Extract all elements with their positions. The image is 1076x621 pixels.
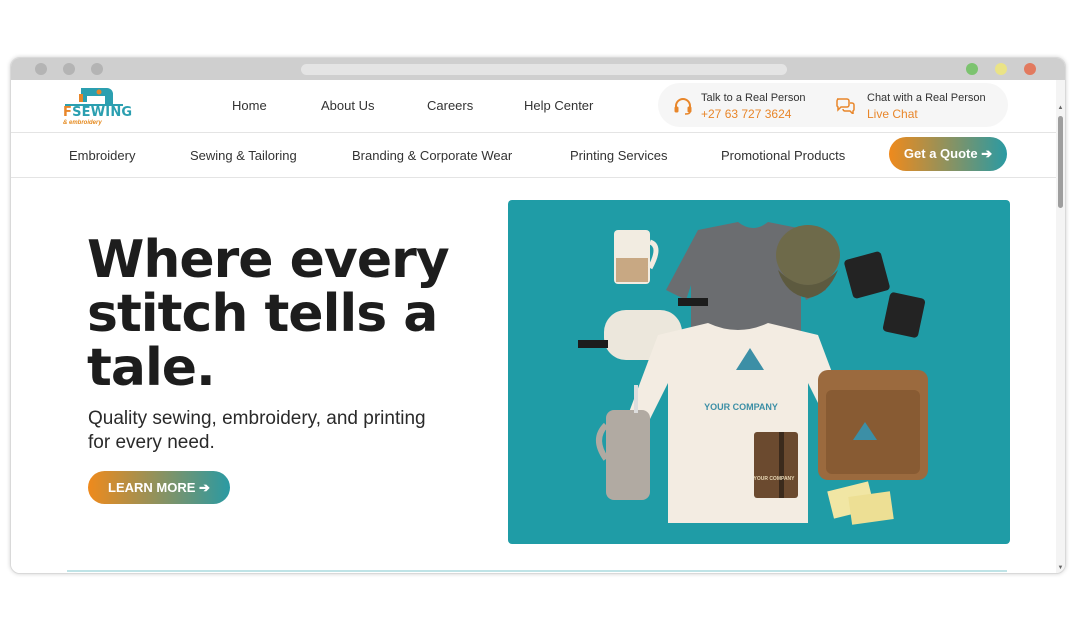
nav-help-center[interactable]: Help Center (524, 98, 593, 113)
shirt-brand-text: YOUR COMPANY (704, 402, 778, 412)
hero-subtitle: Quality sewing, embroidery, and printing… (88, 408, 426, 453)
subnav-promotional-products[interactable]: Promotional Products (721, 148, 845, 163)
learn-more-button[interactable]: LEARN MORE ➔ (88, 471, 230, 504)
contact-bar: Talk to a Real Person +27 63 727 3624 Ch… (658, 83, 1008, 127)
window-dot-1[interactable] (35, 63, 47, 75)
hero-title: Where every stitch tells a tale. (87, 230, 450, 398)
subnav-branding-corporate-wear[interactable]: Branding & Corporate Wear (352, 148, 512, 163)
window-dot-3[interactable] (91, 63, 103, 75)
logo-prefix: F (63, 105, 73, 120)
hero-product-image: YOUR COMPANY YOUR COMPANY (508, 200, 1010, 544)
vertical-scrollbar[interactable]: ▲ ▼ (1056, 80, 1065, 573)
nav-about-us[interactable]: About Us (321, 98, 374, 113)
scroll-up-arrow-icon[interactable]: ▲ (1057, 105, 1064, 111)
logo-name: SEWING (72, 105, 133, 120)
live-chat-link[interactable]: Live Chat (867, 107, 918, 121)
window-titlebar (11, 58, 1065, 80)
section-divider (67, 570, 1007, 572)
minimize-button[interactable] (995, 63, 1007, 75)
branded-merchandise-illustration: YOUR COMPANY YOUR COMPANY (578, 222, 928, 525)
logo-wordmark: FSEWING (63, 105, 132, 120)
headset-icon (674, 98, 692, 115)
subnav-embroidery[interactable]: Embroidery (69, 148, 135, 163)
phone-number-link[interactable]: +27 63 727 3624 (701, 107, 791, 121)
logo-tagline: & embroidery (63, 120, 102, 126)
subnav-sewing-tailoring[interactable]: Sewing & Tailoring (190, 148, 297, 163)
address-bar[interactable] (301, 64, 787, 75)
header-divider (11, 132, 1057, 133)
notebook-brand-text: YOUR COMPANY (753, 476, 795, 482)
subnav-divider (11, 177, 1057, 178)
nav-careers[interactable]: Careers (427, 98, 473, 113)
subnav-printing-services[interactable]: Printing Services (570, 148, 668, 163)
chat-title: Chat with a Real Person (867, 92, 986, 104)
window-dot-2[interactable] (63, 63, 75, 75)
nav-home[interactable]: Home (232, 98, 267, 113)
scroll-down-arrow-icon[interactable]: ▼ (1057, 565, 1064, 571)
phone-title: Talk to a Real Person (701, 92, 806, 104)
browser-window: FSEWING & embroidery Home About Us Caree… (10, 57, 1066, 574)
chat-bubbles-icon (836, 98, 855, 114)
get-a-quote-button[interactable]: Get a Quote ➔ (889, 137, 1007, 171)
close-button[interactable] (1024, 63, 1036, 75)
scrollbar-thumb[interactable] (1058, 116, 1063, 208)
web-page: FSEWING & embroidery Home About Us Caree… (11, 80, 1057, 573)
maximize-button[interactable] (966, 63, 978, 75)
